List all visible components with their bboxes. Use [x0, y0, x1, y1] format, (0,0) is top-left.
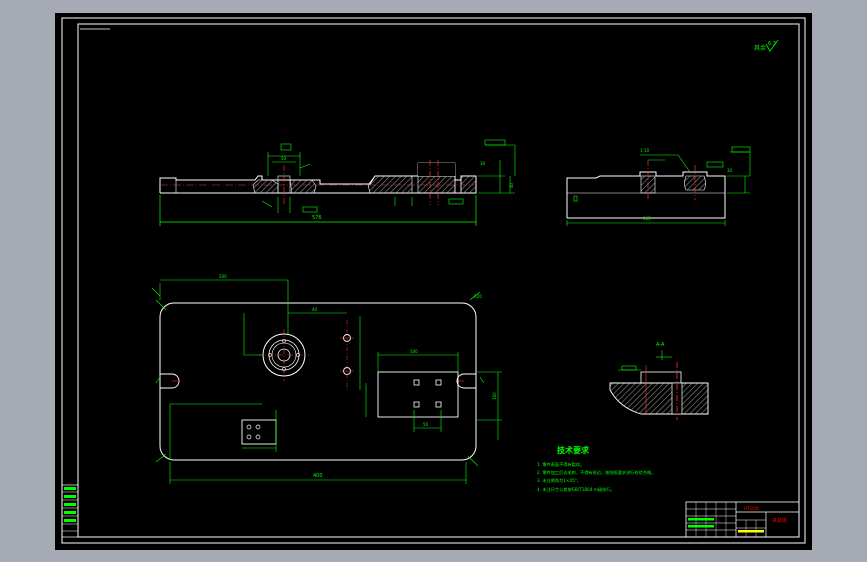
side-height: 30 — [727, 168, 733, 173]
tech-note-4: 4. 未注尺寸公差按GB/T1804-m级执行。 — [537, 486, 615, 493]
front-right-block-section — [367, 175, 413, 194]
cad-viewport[interactable]: 其余 6.3 576 50 30 40 1:10 163 30 400 160 … — [0, 0, 867, 562]
tech-note-2: 2. 零件加工后去毛刺，不得有锐边，按图纸要求进行检验合格。 — [537, 469, 655, 476]
front-hub-spacing: 50 — [281, 156, 287, 161]
side-note: 1:10 — [640, 148, 649, 153]
front-left-hub-section — [252, 179, 279, 194]
tech-notes-title: 技术要求 — [557, 445, 590, 455]
front-overall-length: 576 — [312, 215, 322, 221]
front-thickness: 30 — [480, 161, 486, 166]
side-width: 163 — [643, 216, 651, 221]
drawing-canvas — [55, 13, 812, 550]
section-label: A-A — [656, 342, 665, 348]
tech-note-3: 3. 未注倒角为1×45°。 — [537, 477, 581, 484]
plan-height: 160 — [492, 392, 497, 400]
title-block-drawing-name: 夹具体 — [772, 517, 787, 524]
front-height: 40 — [509, 182, 514, 188]
plan-to-center: 200 — [219, 274, 227, 279]
tech-note-1: 1. 零件表面不得有裂纹。 — [537, 461, 584, 468]
plan-corner-radius: R20 — [474, 294, 482, 299]
roughness-label: 其余 — [754, 44, 766, 52]
plan-inner-gap: 40 — [312, 307, 318, 312]
plan-pocket-width: 100 — [410, 349, 418, 354]
title-block-material: HT200 — [744, 506, 759, 512]
plan-width: 400 — [313, 473, 323, 479]
plan-hole-spacing: 50 — [423, 422, 429, 427]
